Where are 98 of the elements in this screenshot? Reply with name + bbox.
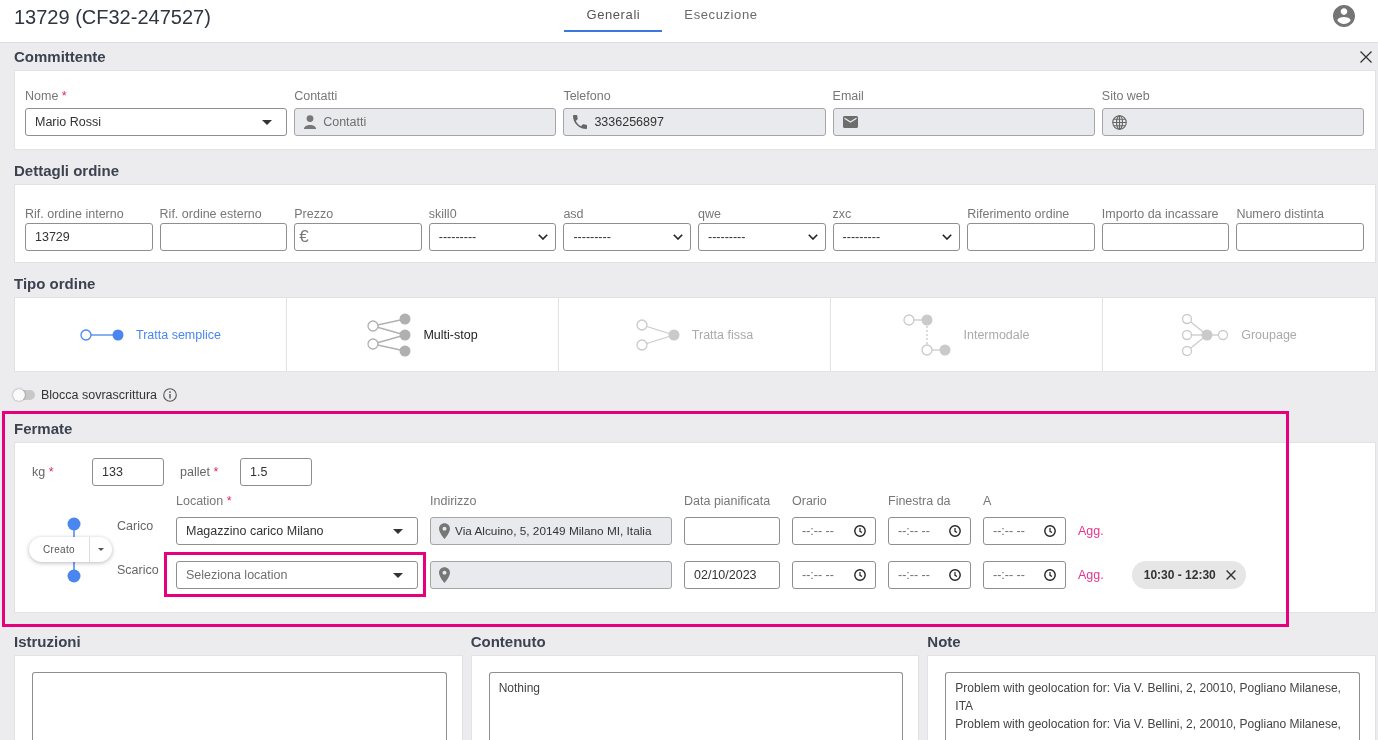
location-select[interactable]: Magazzino carico Milano <box>176 517 418 545</box>
time-field[interactable]: --:-- -- <box>983 561 1066 589</box>
field-label: zxc <box>832 206 853 222</box>
time-field[interactable]: --:-- -- <box>888 517 971 545</box>
column-label: Data pianificata <box>684 493 772 509</box>
text-field[interactable] <box>1236 223 1364 251</box>
two-nodes-icon <box>80 328 124 341</box>
lock-toggle[interactable] <box>14 390 35 400</box>
chevron-down-icon <box>673 234 683 240</box>
date-field[interactable] <box>684 517 780 545</box>
caret-icon <box>393 572 403 578</box>
section-title: Fermate <box>14 420 73 437</box>
chevron-down-icon <box>807 234 818 240</box>
text-area-field[interactable]: Problem with geolocation for: Via V. Bellini, 2, 20010, Pogliano Milanese, ITA Problem with geolocation for: Via V. Bellini, 2, 20010, Pogliano Milanese, <box>945 672 1360 740</box>
clock-icon <box>854 525 866 537</box>
close-icon[interactable] <box>1360 50 1372 63</box>
status-button[interactable]: Creato <box>29 537 112 562</box>
text-field[interactable]: 13729 <box>25 223 153 251</box>
section-title: Committente <box>14 48 106 65</box>
section-title: Note <box>927 633 961 650</box>
field-label: Rif. ordine interno <box>25 206 125 222</box>
tab[interactable]: Esecuzione <box>662 0 780 32</box>
date-field[interactable]: 02/10/2023 <box>684 561 780 589</box>
clock-icon <box>949 525 961 537</box>
price-field[interactable]: € <box>294 223 422 251</box>
envelope-icon <box>842 116 858 128</box>
field-label: skill0 <box>428 206 458 222</box>
location-select[interactable]: Seleziona location <box>176 561 418 589</box>
text-field[interactable] <box>1101 223 1230 251</box>
text-area-field[interactable] <box>32 672 447 740</box>
globe-icon <box>1111 114 1127 130</box>
merging-nodes-icon <box>635 318 680 351</box>
close-icon[interactable] <box>1225 570 1236 580</box>
section-title: Contenuto <box>470 633 546 650</box>
field-label: Importo da incassare <box>1101 206 1220 222</box>
text-area-field[interactable]: Nothing <box>488 672 904 740</box>
field-label: Telefono <box>563 88 612 104</box>
field-label: qwe <box>698 206 722 222</box>
field-label: Sito web <box>1101 88 1151 104</box>
stepped-nodes-icon <box>903 313 952 356</box>
field-label: Numero distinta <box>1236 206 1325 222</box>
field-label: Rif. ordine esterno <box>159 206 263 222</box>
chevron-down-icon <box>538 234 549 240</box>
section-title: Istruzioni <box>14 633 81 650</box>
time-field[interactable]: --:-- -- <box>983 517 1066 545</box>
clock-icon <box>854 569 866 581</box>
avatar-icon[interactable] <box>1333 5 1355 27</box>
column-label: Orario <box>792 493 828 509</box>
stop-dot-icon <box>67 569 81 583</box>
map-pin-icon <box>439 567 450 583</box>
person-icon <box>304 115 317 129</box>
branching-nodes-icon <box>367 312 412 357</box>
caret-icon <box>262 119 273 125</box>
field-label: Prezzo <box>294 206 335 222</box>
clock-icon <box>1044 569 1056 581</box>
field-label: Email <box>832 88 865 104</box>
field-label: Nome * <box>25 88 68 104</box>
pallet-field[interactable]: 1.5 <box>240 458 312 486</box>
converging-nodes-icon <box>1181 313 1230 356</box>
time-field[interactable]: --:-- -- <box>888 561 971 589</box>
field-label: pallet * <box>180 465 220 479</box>
section-title: Tipo ordine <box>14 275 96 292</box>
phone-icon <box>573 115 588 129</box>
time-field[interactable]: --:-- -- <box>792 517 876 545</box>
caret-icon <box>98 548 104 551</box>
tab[interactable]: Generali <box>564 0 663 32</box>
field-label: Contatti <box>294 88 339 104</box>
stop-dot-icon <box>67 517 81 531</box>
clock-icon <box>949 569 961 581</box>
clock-icon <box>1044 525 1056 537</box>
map-pin-icon <box>439 523 450 539</box>
dropdown-select[interactable]: --------- <box>428 223 557 251</box>
stop-type-label: Carico <box>117 518 155 535</box>
field-label: Riferimento ordine <box>967 206 1071 222</box>
add-link[interactable]: Agg. <box>1078 517 1104 545</box>
text-field[interactable] <box>159 223 288 251</box>
column-label: Location * <box>176 493 233 509</box>
dropdown-select[interactable]: --------- <box>563 223 691 251</box>
weight-field[interactable]: 133 <box>92 458 164 486</box>
add-link[interactable]: Agg. <box>1078 561 1104 589</box>
field-label: asd <box>563 206 585 222</box>
chevron-down-icon <box>942 234 953 240</box>
section-title: Dettagli ordine <box>14 162 119 179</box>
select-field[interactable]: Mario Rossi <box>25 108 288 136</box>
text-field[interactable] <box>967 223 1095 251</box>
time-field[interactable]: --:-- -- <box>792 561 876 589</box>
dropdown-select[interactable]: --------- <box>832 223 961 251</box>
info-icon[interactable] <box>163 388 177 402</box>
column-label: A <box>983 493 993 509</box>
column-label: Finestra da <box>888 493 952 509</box>
toggle-label: Blocca sovrascrittura <box>41 388 157 402</box>
stop-type-label: Scarico <box>117 562 160 579</box>
time-window-chip: 10:30 - 12:30 <box>1131 561 1246 589</box>
column-label: Indirizzo <box>430 493 478 509</box>
caret-icon <box>393 528 403 534</box>
field-label: kg * <box>32 465 55 479</box>
page-title: 13729 (CF32-247527) <box>13 5 211 29</box>
dropdown-select[interactable]: --------- <box>698 223 826 251</box>
